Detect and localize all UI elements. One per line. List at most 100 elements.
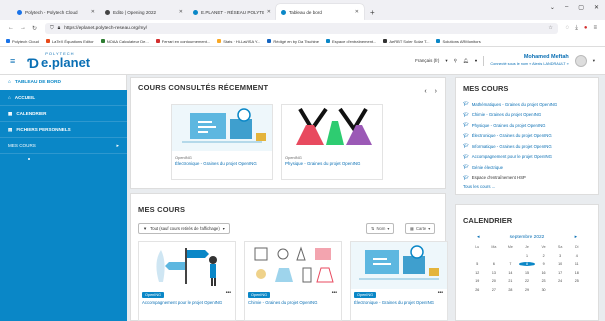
sidebar-item-mes-cours[interactable]: MES COURS ▸ <box>0 138 127 154</box>
calendar-day[interactable]: 15 <box>519 271 536 275</box>
browser-tab[interactable]: Polytech - Polytech Cloud ✕ <box>12 4 100 20</box>
course-card[interactable]: OpenING ••• Chimie - Graines du projet O… <box>244 241 342 321</box>
sidebar-item-dashboard[interactable]: ⌂ TABLEAU DE BORD <box>0 75 127 90</box>
bookmark-item[interactable]: Espace d'entraînement... <box>326 39 376 44</box>
bookmark-star-icon[interactable]: ☆ <box>548 26 552 31</box>
all-courses-link[interactable]: Tous les cours ... <box>463 184 591 189</box>
maximize-icon[interactable]: ▢ <box>578 4 584 11</box>
bookmark-item[interactable]: LaTeX Équations Editor <box>45 39 94 44</box>
extension-icon[interactable]: ● <box>584 25 588 32</box>
course-card[interactable]: OpenING ••• Accompagnement pour le proje… <box>138 241 236 321</box>
calendar-day[interactable]: 2 <box>535 254 552 258</box>
bookmark-item[interactable]: AeRBT Soler Solar T... <box>383 39 429 44</box>
my-courses-block-item[interactable]: 🎓︎ Physique - Graines du projet OpenING <box>463 120 591 131</box>
sidebar-item-calendrier[interactable]: ▦ CALENDRIER <box>0 106 127 122</box>
calendar-day[interactable]: 1 <box>519 254 536 258</box>
user-menu[interactable]: Mohamed Meftah Connecté sous le nom « Al… <box>490 54 568 66</box>
calendar-day[interactable]: 5 <box>469 262 486 266</box>
view-dropdown[interactable]: ▦ Carte ▾ <box>405 223 436 234</box>
forward-icon[interactable]: → <box>20 25 26 32</box>
address-input[interactable]: ⛉ 🔒︎ https://eplanet.polytech-reseau.org… <box>45 22 558 34</box>
sidebar-item-accueil[interactable]: ⌂ ACCUEIL <box>0 90 127 106</box>
calendar-day[interactable]: 11 <box>568 262 585 266</box>
avatar[interactable] <box>574 54 587 67</box>
more-options-icon[interactable]: ••• <box>438 290 443 296</box>
calendar-day[interactable]: 3 <box>552 254 569 258</box>
carousel-prev-icon[interactable]: ‹ <box>424 88 426 95</box>
calendar-day[interactable]: 23 <box>535 279 552 283</box>
browser-tab[interactable]: E.PLANET - RÉSEAU POLYTECH✕ <box>188 4 276 20</box>
close-tab-icon[interactable]: ✕ <box>355 9 359 15</box>
collapse-icon[interactable]: ⌄ <box>550 4 555 11</box>
new-tab-icon[interactable]: + <box>364 4 381 20</box>
calendar-day[interactable]: 10 <box>552 262 569 266</box>
pocket-icon[interactable]: ◌ <box>566 25 570 32</box>
my-courses-block-item[interactable]: 🎓︎ Génie électrique <box>463 162 591 173</box>
my-courses-block-item[interactable]: 🎓︎ Accompagnement pour le projet OpenING <box>463 152 591 163</box>
course-filter-dropdown[interactable]: ▼ Tout (sauf cours retirés de l'affichag… <box>138 223 230 234</box>
notifications-icon[interactable]: 🔔︎ <box>463 58 469 64</box>
bookmark-item[interactable]: Rédigé en by Da Tischine <box>267 39 319 44</box>
my-courses-block-item[interactable]: 🎓︎ Électronique - Graines du projet OpenI… <box>463 131 591 142</box>
calendar-day[interactable]: 30 <box>535 288 552 292</box>
recent-course-card[interactable]: OpenING Physique - Graines du projet Ope… <box>281 104 383 180</box>
calendar-day[interactable]: 18 <box>568 271 585 275</box>
course-title-link[interactable]: Accompagnement pour le projet OpenING <box>139 298 235 306</box>
close-tab-icon[interactable]: ✕ <box>267 9 271 15</box>
bookmark-item[interactable]: Polytech Cloud <box>6 39 39 44</box>
calendar-day[interactable]: 25 <box>568 279 585 283</box>
my-courses-block-item[interactable]: 🎓︎ Chimie - Graines du projet OpenING <box>463 110 591 121</box>
close-tab-icon[interactable]: ✕ <box>179 9 183 15</box>
close-window-icon[interactable]: ✕ <box>594 4 599 11</box>
minimize-icon[interactable]: – <box>565 4 568 11</box>
calendar-day[interactable]: 6 <box>486 262 503 266</box>
recent-course-card[interactable]: OpenING Électronique - Graines du projet… <box>171 104 273 180</box>
bookmark-item[interactable]: Ferrari en contournement... <box>155 39 210 44</box>
bookmark-item[interactable]: Stats · Hi-Lat/ISA Y... <box>217 39 260 44</box>
bookmark-item[interactable]: NOAA Calculateur De... <box>100 39 149 44</box>
download-icon[interactable]: ⤓ <box>575 25 578 32</box>
more-options-icon[interactable]: ••• <box>226 290 231 296</box>
menu-icon[interactable]: ≡ <box>593 25 597 32</box>
reload-icon[interactable]: ↻ <box>32 25 37 32</box>
my-courses-block-item[interactable]: 🎓︎ Mathématiques - Graines du projet Open… <box>463 99 591 110</box>
course-title-link[interactable]: Électronique - Graines du projet OpenING <box>172 161 272 166</box>
close-tab-icon[interactable]: ✕ <box>91 9 95 15</box>
course-card[interactable]: OpenING ••• Électronique - Graines du pr… <box>350 241 448 321</box>
course-title-link[interactable]: Électronique - Graines du projet OpenING <box>351 298 447 306</box>
calendar-day[interactable]: 13 <box>486 271 503 275</box>
search-icon[interactable]: ⚲ <box>454 58 457 64</box>
calendar-day[interactable]: 17 <box>552 271 569 275</box>
calendar-day[interactable]: 27 <box>486 288 503 292</box>
hamburger-menu-icon[interactable]: ≡ <box>10 56 15 66</box>
calendar-day[interactable]: 16 <box>535 271 552 275</box>
calendar-day[interactable]: 29 <box>519 288 536 292</box>
site-logo[interactable]: POLYTECH Ɗ e.planet <box>27 51 90 70</box>
my-courses-block-item[interactable]: 🎓︎ Informatique - Graines du projet OpenI… <box>463 141 591 152</box>
my-courses-block-item[interactable]: 🎓︎ Espace d'entraînement HSP <box>463 173 591 184</box>
calendar-day[interactable]: 4 <box>568 254 585 258</box>
back-icon[interactable]: ← <box>8 25 14 32</box>
language-selector[interactable]: Français (fr) <box>415 58 439 63</box>
carousel-next-icon[interactable]: › <box>435 88 437 95</box>
bookmark-item[interactable]: Solutions ARMonitors <box>436 39 481 44</box>
calendar-day[interactable]: 12 <box>469 271 486 275</box>
calendar-day[interactable]: 21 <box>502 279 519 283</box>
calendar-day[interactable]: 26 <box>469 288 486 292</box>
calendar-day[interactable]: 9 <box>535 262 552 266</box>
sort-dropdown[interactable]: ⇅ Nom ▾ <box>366 223 395 234</box>
calendar-day[interactable]: 7 <box>502 262 519 266</box>
calendar-day[interactable]: 24 <box>552 279 569 283</box>
next-month-icon[interactable]: ▸ <box>575 235 577 240</box>
calendar-day[interactable]: 22 <box>519 279 536 283</box>
calendar-day[interactable]: 20 <box>486 279 503 283</box>
sidebar-item-fichiers-personnels[interactable]: ▤ FICHIERS PERSONNELS <box>0 122 127 138</box>
user-caret-icon[interactable]: ▾ <box>593 58 595 64</box>
browser-tab[interactable]: Tableau de bord ✕ <box>276 4 364 20</box>
course-title-link[interactable]: Physique - Graines du projet OpenING <box>282 161 382 166</box>
course-title-link[interactable]: Chimie - Graines du projet OpenING <box>245 298 341 306</box>
calendar-day[interactable]: 14 <box>502 271 519 275</box>
calendar-day[interactable]: 8 <box>518 262 536 266</box>
prev-month-icon[interactable]: ◂ <box>477 235 479 240</box>
browser-tab[interactable]: Edito | Opening 2022 ✕ <box>100 4 188 20</box>
